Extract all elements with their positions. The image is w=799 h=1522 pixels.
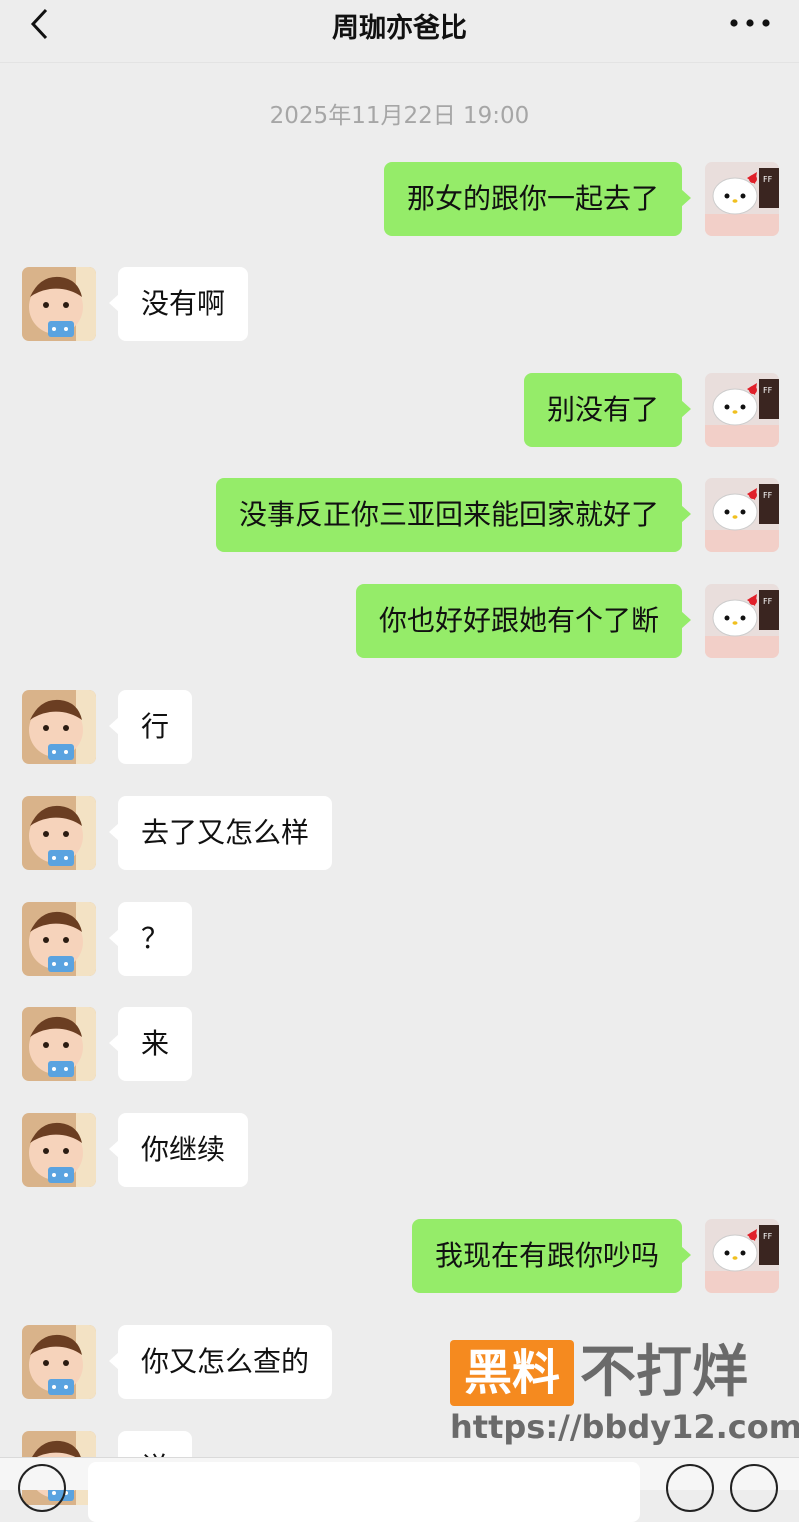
my-avatar[interactable]: FF — [705, 373, 779, 447]
message-row-incoming: 没有啊 — [0, 267, 799, 345]
my-avatar[interactable]: FF — [705, 162, 779, 236]
my-avatar[interactable]: FF — [705, 1219, 779, 1293]
more-dots-icon — [730, 19, 770, 27]
contact-avatar[interactable] — [22, 1007, 96, 1081]
message-bubble[interactable]: 那女的跟你一起去了 — [383, 162, 692, 236]
svg-text:FF: FF — [763, 175, 773, 184]
chat-timestamp: 2025年11月22日 19:00 — [269, 103, 530, 129]
back-button[interactable] — [20, 4, 60, 44]
my-avatar[interactable]: FF — [705, 584, 779, 658]
contact-avatar[interactable] — [22, 796, 96, 870]
chevron-left-icon — [30, 8, 48, 40]
chat-header: 周珈亦爸比 — [0, 0, 799, 63]
message-row-incoming: 来 — [0, 1007, 799, 1085]
message-row-incoming: 你继续 — [0, 1113, 799, 1191]
watermark-url: https://bbdy12.com — [450, 1408, 799, 1446]
my-avatar[interactable]: FF — [705, 478, 779, 552]
input-bar — [0, 1457, 799, 1522]
message-bubble[interactable]: 去了又怎么样 — [108, 796, 333, 870]
watermark: 黑料 不打烊 https://bbdy12.com — [448, 1338, 799, 1448]
svg-text:FF: FF — [763, 386, 773, 395]
contact-avatar[interactable] — [22, 267, 96, 341]
contact-avatar[interactable] — [22, 1113, 96, 1187]
more-button[interactable] — [727, 6, 773, 40]
voice-button[interactable] — [18, 1464, 66, 1512]
watermark-badge: 黑料 — [450, 1340, 574, 1406]
watermark-text: 不打烊 — [580, 1340, 748, 1405]
message-row-incoming: 去了又怎么样 — [0, 796, 799, 874]
message-bubble[interactable]: 没事反正你三亚回来能回家就好了 — [215, 478, 692, 552]
message-row-outgoing: FF 你也好好跟她有个了断 — [0, 584, 799, 662]
message-bubble[interactable]: 你又怎么查的 — [108, 1325, 333, 1399]
message-row-outgoing: FF 没事反正你三亚回来能回家就好了 — [0, 478, 799, 556]
message-input[interactable] — [88, 1462, 640, 1522]
message-bubble[interactable]: 别没有了 — [523, 373, 692, 447]
chat-title: 周珈亦爸比 — [332, 13, 467, 44]
message-row-incoming: 行 — [0, 690, 799, 768]
contact-avatar[interactable] — [22, 690, 96, 764]
message-bubble[interactable]: 来 — [108, 1007, 193, 1081]
emoji-button[interactable] — [666, 1464, 714, 1512]
message-row-incoming: ？ — [0, 902, 799, 980]
plus-button[interactable] — [730, 1464, 778, 1512]
message-row-outgoing: FF 那女的跟你一起去了 — [0, 162, 799, 240]
contact-avatar[interactable] — [22, 902, 96, 976]
message-bubble[interactable]: 你也好好跟她有个了断 — [355, 584, 692, 658]
svg-text:FF: FF — [763, 491, 773, 500]
message-bubble[interactable]: 没有啊 — [108, 267, 249, 341]
message-bubble[interactable]: 你继续 — [108, 1113, 249, 1187]
svg-text:FF: FF — [763, 1232, 773, 1241]
message-bubble[interactable]: 行 — [108, 690, 193, 764]
message-row-outgoing: FF 我现在有跟你吵吗 — [0, 1219, 799, 1297]
message-row-outgoing: FF 别没有了 — [0, 373, 799, 451]
svg-text:FF: FF — [763, 597, 773, 606]
message-bubble[interactable]: ？ — [108, 902, 193, 976]
contact-avatar[interactable] — [22, 1325, 96, 1399]
message-bubble[interactable]: 我现在有跟你吵吗 — [411, 1219, 692, 1293]
